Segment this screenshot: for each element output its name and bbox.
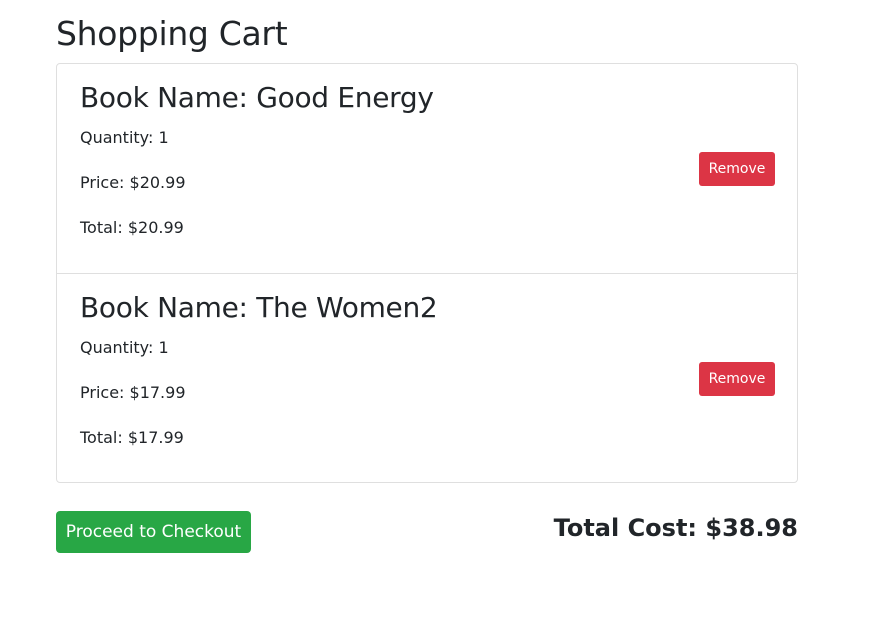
item-price: Price: $17.99: [80, 383, 186, 402]
item-price: Price: $20.99: [80, 173, 186, 192]
page-title: Shopping Cart: [56, 14, 288, 53]
cart-list: Book Name: Good Energy Quantity: 1 Price…: [56, 63, 798, 483]
item-quantity: Quantity: 1: [80, 128, 169, 147]
remove-button[interactable]: Remove: [699, 152, 775, 186]
cart-item: Book Name: The Women2 Quantity: 1 Price:…: [57, 273, 797, 482]
book-name: Book Name: The Women2: [80, 291, 438, 324]
item-total: Total: $20.99: [80, 218, 184, 237]
remove-button[interactable]: Remove: [699, 362, 775, 396]
item-total: Total: $17.99: [80, 428, 184, 447]
book-name: Book Name: Good Energy: [80, 81, 434, 114]
proceed-to-checkout-button[interactable]: Proceed to Checkout: [56, 511, 251, 553]
total-cost: Total Cost: $38.98: [553, 514, 798, 542]
cart-item: Book Name: Good Energy Quantity: 1 Price…: [57, 64, 797, 273]
item-quantity: Quantity: 1: [80, 338, 169, 357]
